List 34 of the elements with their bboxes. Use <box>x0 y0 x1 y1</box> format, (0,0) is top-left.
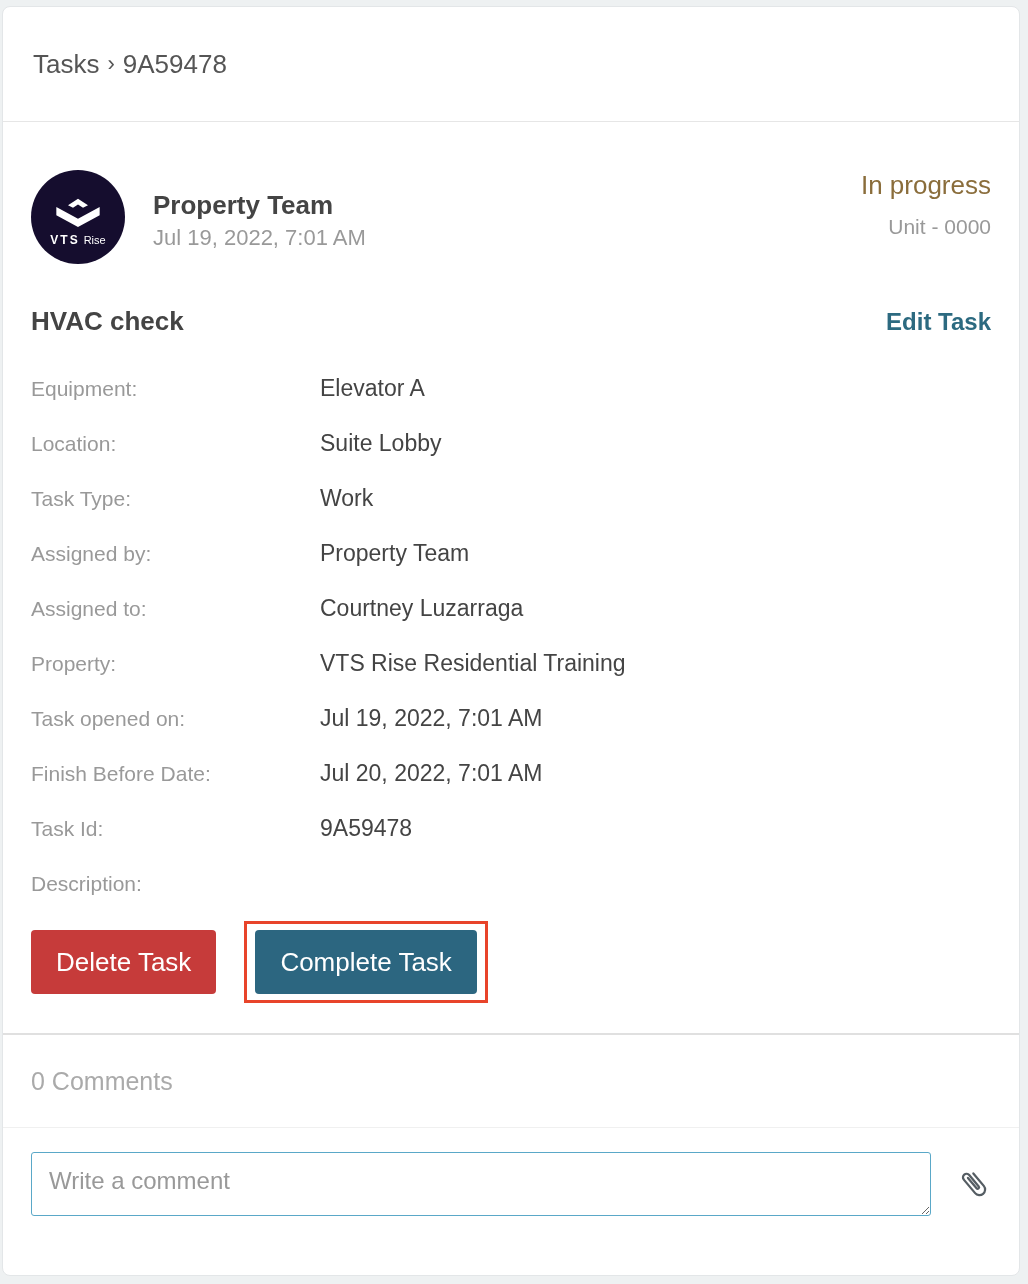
breadcrumb-separator: › <box>107 51 115 77</box>
task-title: HVAC check <box>31 306 184 337</box>
field-value: 9A59478 <box>320 815 413 842</box>
breadcrumb-link[interactable]: Tasks <box>33 48 100 80</box>
field-label: Assigned to: <box>31 596 148 621</box>
field-value: Jul 19, 2022, 7:01 AM <box>320 705 543 732</box>
logo-text: VTS <box>50 233 80 247</box>
action-button[interactable]: Delete Task <box>31 930 217 994</box>
field-label: Task Id: <box>31 816 105 841</box>
field-value: Suite Lobby <box>320 430 442 457</box>
comment-field[interactable]: Write a comment <box>31 1152 932 1216</box>
edit-task-link[interactable]: Edit Task <box>886 307 991 336</box>
field-label: Equipment: <box>31 376 139 401</box>
field-value: Jul 20, 2022, 7:01 AM <box>320 760 543 787</box>
unit-label: Unit - 0000 <box>887 215 991 239</box>
field-label: Assigned by: <box>31 541 153 566</box>
field-label: Task Type: <box>31 486 132 511</box>
logo-subtext: Rise <box>83 234 106 246</box>
author-date: Jul 19, 2022, 7:01 AM <box>153 225 366 251</box>
field-label: Task opened on: <box>31 706 187 731</box>
author-name: Property Team <box>153 190 335 221</box>
breadcrumb-current: 9A59478 <box>122 48 227 80</box>
field-value: Property Team <box>320 540 470 567</box>
field-value: Work <box>320 485 374 512</box>
field-label: Finish Before Date: <box>31 761 212 786</box>
field-value: VTS Rise Residential Training <box>320 650 626 677</box>
comment-count: 0 Comments <box>31 1066 173 1096</box>
field-label: Location: <box>31 431 118 456</box>
status-label: In progress <box>860 170 991 201</box>
field-value: Courtney Luzarraga <box>320 595 524 622</box>
field-value: Elevator A <box>320 375 425 402</box>
field-label: Description: <box>31 871 143 896</box>
action-button[interactable]: Complete Task <box>255 930 477 994</box>
field-label: Property: <box>31 651 118 676</box>
